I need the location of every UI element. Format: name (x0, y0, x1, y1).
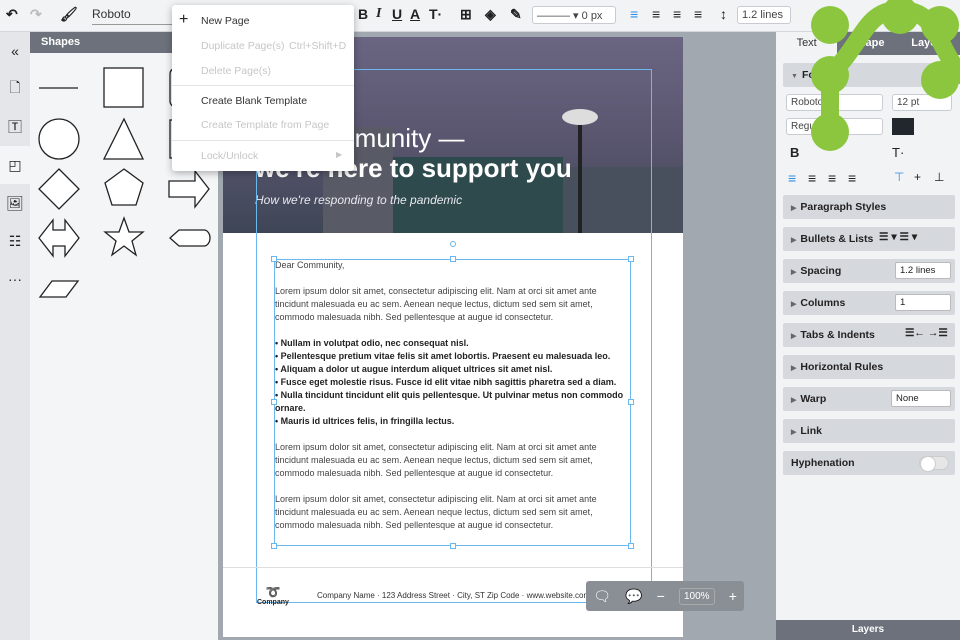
comment-icon[interactable]: 💬 (625, 588, 642, 605)
format-painter-icon[interactable]: 🖌 (60, 6, 78, 23)
company-logo: ➰ Company (257, 585, 289, 606)
page-icon[interactable]: 🗋 (0, 70, 30, 108)
resize-handle[interactable] (450, 543, 456, 549)
text-style-icon[interactable]: T· (429, 6, 442, 22)
bold-icon[interactable]: B (790, 145, 799, 160)
left-rail: « 🗋 🅃 ◰ 🖼 ☷ ··· (0, 32, 30, 640)
zoom-out-button[interactable]: − (657, 588, 665, 604)
justify-icon[interactable]: ≡ (848, 170, 856, 186)
line-spacing-icon: ↕ (720, 6, 727, 22)
columns-section[interactable]: ▶ Columns 1 (783, 291, 955, 315)
menu-item-delete-page: Delete Page(s) (201, 65, 272, 77)
fill-icon[interactable]: ◈ (485, 6, 496, 23)
triangle-shape[interactable] (102, 117, 145, 160)
paragraph-styles-section[interactable]: ▶ Paragraph Styles (783, 195, 955, 219)
bold-icon[interactable]: B (358, 6, 368, 22)
square-shape[interactable] (103, 67, 144, 108)
layers-bar[interactable]: Layers (776, 620, 960, 640)
valign-middle-icon[interactable]: + (914, 170, 921, 184)
tabs-indents-section[interactable]: ▶ Tabs & Indents ☰← →☰ (783, 323, 955, 347)
menu-item-create-template-from-page: Create Template from Page (201, 119, 330, 131)
align-left-icon[interactable]: ≡ (788, 170, 796, 186)
align-right-icon[interactable]: ≡ (828, 170, 836, 186)
zoom-in-button[interactable]: + (729, 588, 737, 604)
horizontal-rules-section[interactable]: ▶ Horizontal Rules (783, 355, 955, 379)
zoom-level[interactable]: 100% (678, 587, 715, 605)
menu-divider (172, 140, 354, 141)
indent-icons[interactable]: ☰← →☰ (905, 327, 948, 339)
bullet-list-icon[interactable]: ☰ ▾ ☰ ▾ (879, 231, 917, 243)
zoom-controls: 🗨 💬 − 100% + (586, 581, 744, 611)
collapse-icon[interactable]: « (0, 32, 30, 70)
table-icon[interactable]: ⊞ (460, 6, 472, 23)
plus-icon: + (179, 11, 189, 28)
columns-input[interactable]: 1 (895, 294, 951, 311)
hyphenation-section: Hyphenation (783, 451, 955, 475)
warp-section[interactable]: ▶ Warp None (783, 387, 955, 411)
text-icon[interactable]: 🅃 (0, 108, 30, 146)
image-icon[interactable]: 🖼 (0, 184, 30, 222)
stroke-color-icon[interactable]: ✎ (510, 6, 522, 23)
text-selection-box[interactable] (274, 259, 631, 546)
table-icon[interactable]: ☷ (0, 222, 30, 260)
diamond-shape[interactable] (38, 168, 80, 210)
italic-icon[interactable]: I (376, 6, 381, 22)
double-arrow-shape[interactable] (38, 218, 80, 258)
align-left-icon[interactable]: ≡ (630, 6, 638, 22)
align-right-icon[interactable]: ≡ (673, 6, 681, 22)
submenu-arrow-icon: ▶ (336, 150, 343, 159)
font-family-input[interactable]: Roboto (92, 7, 172, 25)
resize-handle[interactable] (271, 256, 277, 262)
menu-item-duplicate-page: Duplicate Page(s) (201, 40, 285, 52)
text-color-icon[interactable]: A (410, 6, 420, 22)
spacing-section[interactable]: ▶ Spacing 1.2 lines (783, 259, 955, 283)
undo-icon[interactable]: ↶ (6, 6, 18, 23)
shapes-icon[interactable]: ◰ (0, 146, 30, 184)
stroke-style-select[interactable]: ——— ▾ 0 px (532, 6, 616, 24)
star-shape[interactable] (103, 216, 145, 257)
warp-select[interactable]: None (891, 390, 951, 407)
align-center-icon[interactable]: ≡ (808, 170, 816, 186)
more-icon[interactable]: ··· (0, 260, 30, 298)
footer-divider (223, 567, 683, 568)
brand-logo-overlay (811, 0, 960, 151)
justify-icon[interactable]: ≡ (694, 6, 702, 22)
resize-handle[interactable] (271, 543, 277, 549)
bullets-section[interactable]: ▶ Bullets & Lists ☰ ▾ ☰ ▾ (783, 227, 955, 251)
menu-shortcut: Ctrl+Shift+D (289, 40, 347, 52)
display-shape[interactable] (169, 229, 211, 247)
redo-icon[interactable]: ↷ (30, 6, 42, 23)
menu-item-lock-unlock: Lock/Unlock (201, 150, 259, 162)
footer-address: Company Name · 123 Address Street · City… (317, 591, 591, 600)
resize-handle[interactable] (628, 399, 634, 405)
underline-icon[interactable]: U (392, 6, 402, 22)
menu-item-create-blank-template[interactable]: Create Blank Template (201, 95, 307, 107)
align-center-icon[interactable]: ≡ (652, 6, 660, 22)
hyphenation-toggle[interactable] (919, 456, 949, 472)
rotate-handle[interactable] (450, 241, 456, 247)
resize-handle[interactable] (628, 256, 634, 262)
arrow-shape[interactable] (168, 169, 210, 209)
line-spacing-input[interactable]: 1.2 lines (737, 6, 791, 24)
page-menu: + New Page Duplicate Page(s) Ctrl+Shift+… (172, 5, 354, 171)
menu-divider (172, 85, 354, 86)
menu-item-new-page[interactable]: New Page (201, 15, 249, 27)
presenter-notes-icon[interactable]: 🗨 (593, 588, 611, 605)
link-section[interactable]: ▶ Link (783, 419, 955, 443)
valign-top-icon[interactable]: ⊤ (894, 170, 904, 184)
resize-handle[interactable] (628, 543, 634, 549)
resize-handle[interactable] (271, 399, 277, 405)
stroke-width[interactable]: 0 px (582, 10, 603, 22)
parallelogram-shape[interactable] (38, 280, 80, 298)
spacing-input[interactable]: 1.2 lines (895, 262, 951, 279)
valign-bottom-icon[interactable]: ⊥ (934, 170, 944, 184)
circle-shape[interactable] (38, 118, 80, 160)
pentagon-shape[interactable] (104, 168, 144, 206)
resize-handle[interactable] (450, 256, 456, 262)
